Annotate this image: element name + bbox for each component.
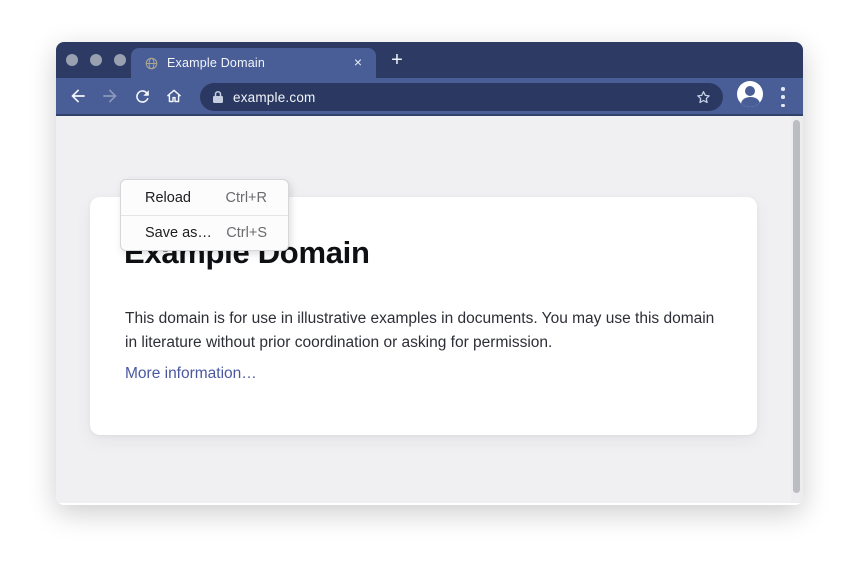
kebab-dot bbox=[781, 104, 785, 108]
tab-close-icon[interactable]: × bbox=[350, 55, 366, 71]
home-button[interactable] bbox=[158, 81, 190, 111]
menu-item-shortcut: Ctrl+R bbox=[226, 190, 268, 206]
back-arrow-icon bbox=[68, 86, 88, 106]
menu-item-shortcut: Ctrl+S bbox=[226, 225, 267, 241]
window-minimize-button[interactable] bbox=[90, 54, 102, 66]
profile-avatar-button[interactable] bbox=[737, 81, 763, 107]
page-paragraph: This domain is for use in illustrative e… bbox=[125, 307, 717, 355]
menu-item-save-as[interactable]: Save as… Ctrl+S bbox=[121, 215, 288, 250]
avatar-person-icon bbox=[745, 86, 755, 96]
screenshot-stage: Example Domain × + bbox=[0, 0, 860, 580]
window-close-button[interactable] bbox=[66, 54, 78, 66]
browser-tab[interactable]: Example Domain × bbox=[131, 48, 376, 78]
globe-favicon-icon bbox=[145, 57, 158, 70]
menu-item-label: Reload bbox=[145, 190, 191, 206]
bookmark-button[interactable] bbox=[691, 85, 715, 109]
context-menu: Reload Ctrl+R Save as… Ctrl+S bbox=[120, 179, 289, 251]
home-icon bbox=[164, 86, 184, 106]
forward-arrow-icon bbox=[100, 86, 120, 106]
more-information-link[interactable]: More information… bbox=[125, 365, 257, 383]
page-viewport: Example Domain This domain is for use in… bbox=[56, 116, 803, 503]
title-bar: Example Domain × + bbox=[56, 42, 803, 78]
url-text[interactable]: example.com bbox=[233, 90, 691, 105]
menu-item-label: Save as… bbox=[145, 225, 212, 241]
back-button[interactable] bbox=[62, 81, 94, 111]
browser-menu-button[interactable] bbox=[777, 86, 789, 108]
menu-item-reload[interactable]: Reload Ctrl+R bbox=[121, 180, 288, 215]
kebab-dot bbox=[781, 87, 785, 91]
kebab-dot bbox=[781, 95, 785, 99]
forward-button[interactable] bbox=[94, 81, 126, 111]
window-zoom-button[interactable] bbox=[114, 54, 126, 66]
window-controls bbox=[66, 54, 126, 66]
lock-icon bbox=[212, 90, 224, 104]
reload-icon bbox=[133, 87, 152, 106]
scrollbar-track bbox=[791, 116, 803, 503]
reload-button[interactable] bbox=[126, 81, 158, 111]
tab-title: Example Domain bbox=[167, 56, 350, 70]
star-icon bbox=[694, 88, 713, 107]
scrollbar-thumb[interactable] bbox=[793, 120, 800, 493]
browser-window: Example Domain × + bbox=[56, 42, 803, 505]
new-tab-button[interactable]: + bbox=[383, 47, 411, 75]
navigation-toolbar: example.com bbox=[56, 78, 803, 116]
address-bar[interactable]: example.com bbox=[200, 83, 723, 111]
